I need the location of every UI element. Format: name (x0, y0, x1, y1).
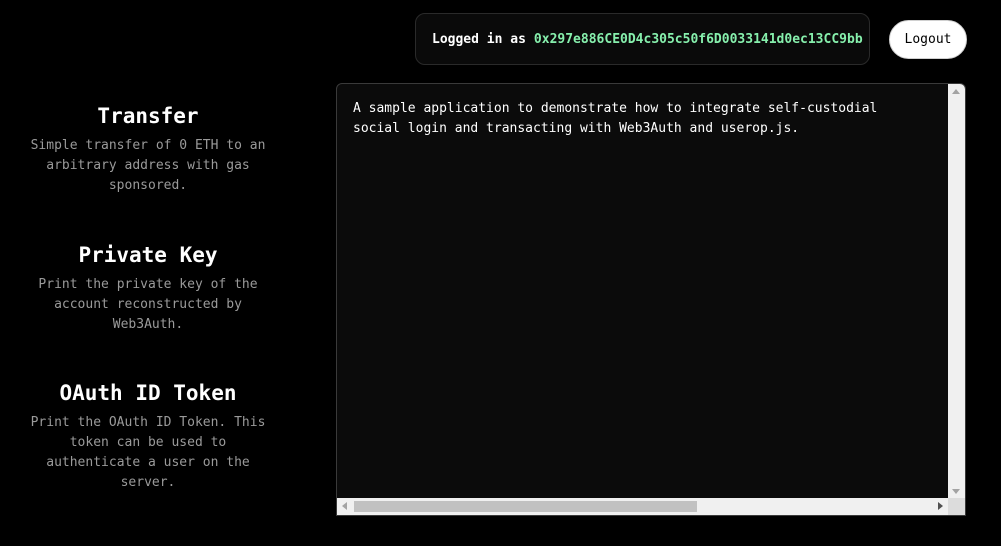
logout-button[interactable]: Logout (889, 20, 967, 59)
action-private-key[interactable]: Private Key Print the private key of the… (20, 239, 276, 335)
output-panel[interactable]: A sample application to demonstrate how … (336, 83, 966, 516)
action-description: Simple transfer of 0 ETH to an arbitrary… (30, 138, 266, 193)
action-oauth-id-token[interactable]: OAuth ID Token Print the OAuth ID Token.… (20, 377, 276, 493)
scroll-left-icon[interactable] (342, 502, 347, 510)
horizontal-scrollbar[interactable] (337, 498, 948, 515)
vertical-scrollbar[interactable] (948, 84, 965, 499)
action-description: Print the OAuth ID Token. This token can… (30, 415, 266, 490)
action-title: Private Key (78, 243, 218, 267)
wallet-address: 0x297e886CE0D4c305c50f6D0033141d0ec13CC9… (533, 31, 863, 47)
horizontal-scroll-thumb[interactable] (354, 501, 697, 512)
action-transfer[interactable]: Transfer Simple transfer of 0 ETH to an … (20, 100, 276, 196)
output-text: A sample application to demonstrate how … (353, 101, 878, 136)
scroll-down-icon[interactable] (952, 489, 960, 494)
login-status: Logged in as 0x297e886CE0D4c305c50f6D003… (415, 13, 870, 65)
action-title: OAuth ID Token (59, 381, 237, 405)
action-description: Print the private key of the account rec… (38, 277, 258, 332)
scroll-up-icon[interactable] (952, 89, 960, 94)
action-title: Transfer (97, 104, 199, 128)
scroll-right-icon[interactable] (938, 502, 943, 510)
scrollbar-corner (948, 498, 965, 515)
logged-in-label: Logged in as (432, 31, 526, 47)
app-page: Logged in as 0x297e886CE0D4c305c50f6D003… (0, 0, 1001, 546)
